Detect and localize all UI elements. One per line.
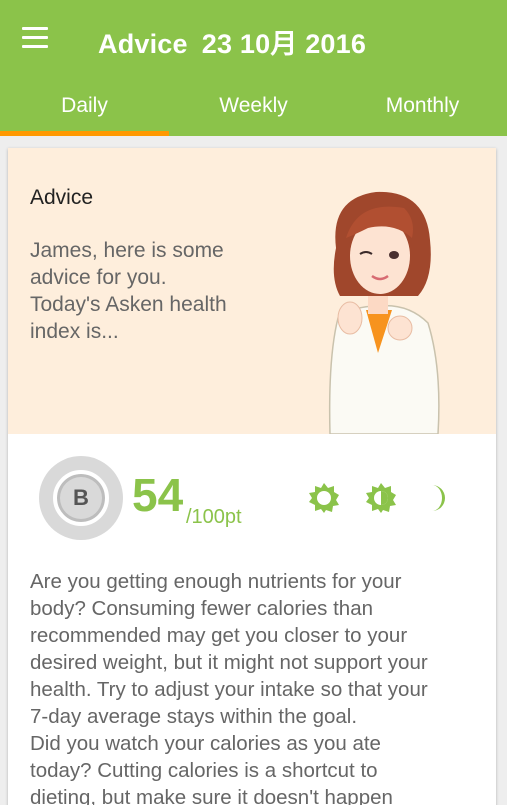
advice-body: Are you getting enough nutrients for you… <box>30 568 490 805</box>
body-line: desired weight, but it might not support… <box>30 651 428 674</box>
body-line: health. Try to adjust your intake so tha… <box>30 678 428 701</box>
morning-sun-icon[interactable] <box>308 482 340 514</box>
score-unit: /100pt <box>186 506 242 528</box>
advice-line: advice for you. <box>30 266 167 289</box>
night-moon-icon[interactable] <box>420 482 452 514</box>
body-line: 7-day average stays within the goal. <box>30 705 358 728</box>
grade-badge: B <box>39 456 123 540</box>
body-line: today? Cutting calories is a shortcut to <box>30 759 378 782</box>
grade-letter: B <box>73 485 89 510</box>
tab-monthly[interactable]: Monthly <box>338 82 507 136</box>
page-title: Advice 23 10月 2016 <box>98 22 366 61</box>
tab-weekly[interactable]: Weekly <box>169 82 338 136</box>
body-line: Did you watch your calories as you ate <box>30 732 381 755</box>
app-bar: Advice 23 10月 2016 Daily Weekly Monthly <box>0 0 507 136</box>
advice-heading: Advice <box>30 186 94 209</box>
hamburger-menu-icon[interactable] <box>22 27 50 49</box>
advisor-illustration <box>328 191 440 434</box>
tab-bar: Daily Weekly Monthly <box>0 82 507 136</box>
advice-line: James, here is some <box>30 239 224 262</box>
advice-card: Advice James, here is some advice for yo… <box>8 148 496 805</box>
title-text: Advice <box>98 29 188 59</box>
advice-panel: Advice James, here is some advice for yo… <box>8 148 496 434</box>
body-line: body? Consuming fewer calories than <box>30 597 373 620</box>
body-line: recommended may get you closer to your <box>30 624 408 647</box>
score-value: 54 <box>132 469 184 521</box>
score-row: B 54 /100pt <box>8 434 496 564</box>
tab-daily[interactable]: Daily <box>0 82 169 136</box>
afternoon-half-sun-icon[interactable] <box>365 482 397 514</box>
advice-line: Today's Asken health <box>30 293 227 316</box>
title-date: 23 10月 2016 <box>201 29 367 59</box>
advice-line: index is... <box>30 320 119 343</box>
body-line: dieting, but make sure it doesn't happen <box>30 786 393 805</box>
body-line: Are you getting enough nutrients for you… <box>30 570 402 593</box>
advice-intro: James, here is some advice for you. Toda… <box>30 237 280 345</box>
